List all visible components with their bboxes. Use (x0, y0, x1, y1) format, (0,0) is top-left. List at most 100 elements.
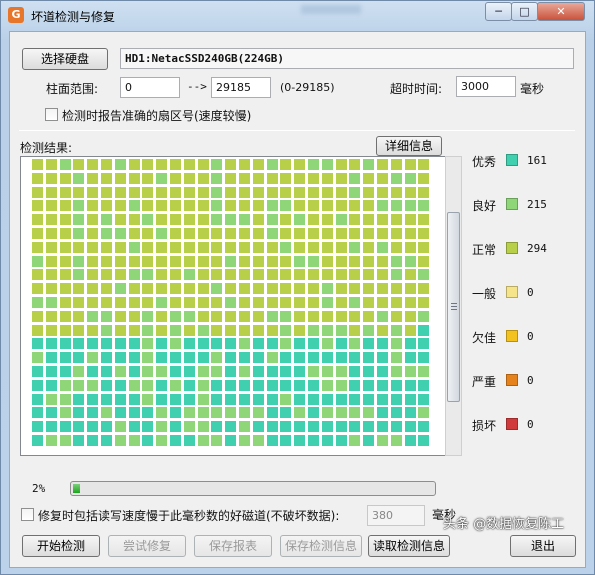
block-cell (335, 297, 347, 308)
block-cell (32, 269, 43, 281)
save-report-button[interactable]: 保存报表 (194, 535, 272, 557)
block-cell (418, 352, 430, 364)
block-cell (59, 283, 71, 295)
block-cell (294, 435, 306, 446)
repair-slow-tracks-checkbox[interactable] (21, 508, 34, 521)
load-scan-info-button[interactable]: 读取检测信息 (368, 535, 450, 557)
block-cell (101, 421, 112, 433)
select-disk-button[interactable]: 选择硬盘 (22, 48, 108, 70)
block-cell (87, 379, 99, 391)
block-cell (321, 310, 333, 322)
block-cell (32, 393, 43, 405)
block-cell (101, 352, 112, 364)
exit-button[interactable]: 退出 (510, 535, 576, 557)
block-cell (114, 324, 126, 336)
block-cell (308, 172, 319, 184)
block-cell (197, 241, 209, 253)
block-cell (335, 352, 347, 364)
block-cell (211, 159, 223, 170)
block-cell (418, 338, 430, 350)
repair-threshold-input[interactable]: 380 (367, 505, 425, 526)
block-cell (101, 172, 112, 184)
block-cell (252, 214, 264, 226)
start-scan-button[interactable]: 开始检测 (22, 535, 100, 557)
block-cell (349, 269, 361, 281)
block-cell (73, 186, 85, 198)
range-start-input[interactable]: 0 (120, 77, 180, 98)
block-cell (59, 159, 71, 170)
block-cell (225, 283, 237, 295)
block-cell (335, 338, 347, 350)
block-cell (418, 366, 430, 377)
block-cell (211, 435, 223, 446)
block-cell (87, 297, 99, 308)
block-cell (418, 324, 430, 336)
block-map-scrollbar[interactable] (445, 156, 462, 456)
block-cell (363, 159, 375, 170)
close-button[interactable]: ✕ (537, 2, 585, 21)
block-cell (321, 228, 333, 239)
legend-label: 良好 (472, 199, 497, 213)
timeout-input[interactable]: 3000 (456, 76, 516, 97)
block-cell (349, 228, 361, 239)
block-cell (321, 421, 333, 433)
block-cell (363, 324, 375, 336)
scrollbar-thumb[interactable] (447, 212, 460, 402)
block-cell (170, 352, 181, 364)
block-cell (280, 324, 292, 336)
grip-line (451, 309, 457, 310)
block-cell (280, 310, 292, 322)
block-cell (32, 310, 43, 322)
minimize-button[interactable]: ─ (485, 2, 512, 21)
block-cell (418, 159, 430, 170)
block-cell (404, 324, 416, 336)
save-scan-info-button[interactable]: 保存检测信息 (280, 535, 362, 557)
legend-count: 0 (527, 418, 534, 431)
block-cell (142, 366, 154, 377)
block-cell (308, 393, 319, 405)
block-cell (87, 310, 99, 322)
block-cell (390, 255, 402, 267)
block-cell (87, 269, 99, 281)
block-cell (225, 421, 237, 433)
block-cell (32, 228, 43, 239)
range-end-input[interactable]: 29185 (211, 77, 271, 98)
block-cell (170, 297, 181, 308)
block-cell (101, 283, 112, 295)
block-cell (114, 297, 126, 308)
block-cell (377, 159, 388, 170)
block-cell (114, 393, 126, 405)
block-cell (32, 379, 43, 391)
legend-swatch (506, 374, 518, 386)
block-cell (170, 283, 181, 295)
block-cell (239, 186, 250, 198)
block-cell (101, 159, 112, 170)
block-cell (266, 255, 278, 267)
block-cell (377, 297, 388, 308)
block-cell (252, 159, 264, 170)
block-cell (142, 407, 154, 419)
block-cell (363, 366, 375, 377)
block-cell (170, 200, 181, 212)
legend-swatch (506, 330, 518, 342)
block-cell (225, 393, 237, 405)
block-cell (197, 310, 209, 322)
block-cell (73, 297, 85, 308)
block-cell (390, 241, 402, 253)
detail-info-button[interactable]: 详细信息 (376, 136, 442, 156)
try-repair-button[interactable]: 尝试修复 (108, 535, 186, 557)
maximize-button[interactable]: □ (511, 2, 538, 21)
block-cell (321, 214, 333, 226)
block-cell (73, 324, 85, 336)
block-cell (418, 310, 430, 322)
block-cell (156, 269, 168, 281)
block-cell (390, 214, 402, 226)
block-cell (183, 366, 195, 377)
block-cell (335, 200, 347, 212)
report-sector-checkbox[interactable] (45, 108, 58, 121)
block-cell (349, 283, 361, 295)
block-cell (349, 172, 361, 184)
block-cell (101, 241, 112, 253)
block-cell (211, 255, 223, 267)
title-bar[interactable]: G 坏道检测与修复 ─ □ ✕ (1, 1, 594, 29)
